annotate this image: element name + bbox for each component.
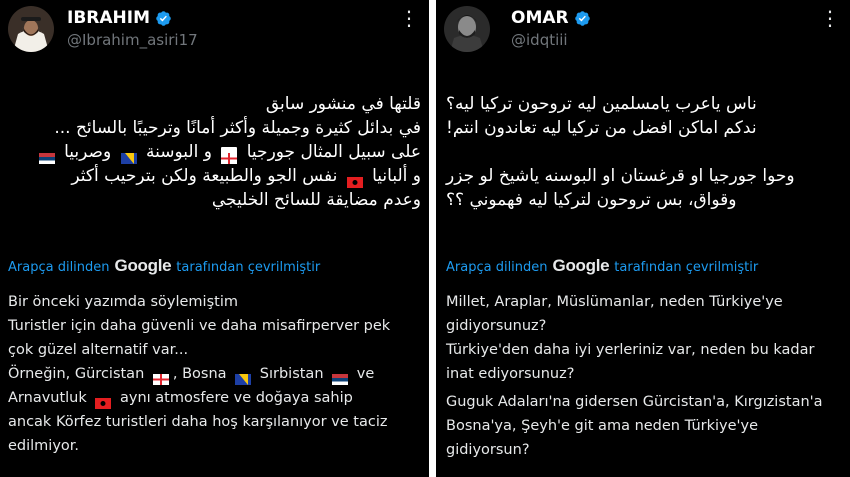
translation-line: Guguk Adaları'na gidersen Gürcistan'a, K…: [446, 394, 823, 410]
translation-line: Türkiye'den daha iyi yerleriniz var, ned…: [446, 342, 815, 358]
albania-flag-icon: [346, 171, 363, 188]
translation-line: Arnavutluk aynı atmosfere ve doğaya sahi…: [8, 386, 390, 410]
display-name[interactable]: IBRAHIM: [67, 8, 172, 28]
serbia-flag-icon: [332, 369, 349, 385]
google-logo: Google: [552, 256, 610, 275]
verified-badge-icon: [156, 10, 171, 26]
georgia-flag-icon: [152, 369, 169, 385]
verified-badge-icon: [574, 10, 590, 26]
georgia-flag-icon: [221, 146, 238, 164]
translation-line: gidiyorsunuz?: [446, 318, 547, 334]
tweet-text-translation: Bir önceki yazımda söylemiştim Turistler…: [8, 290, 390, 458]
more-icon[interactable]: ⋮: [399, 8, 420, 28]
arabic-line: وعدم مضايقة للسائح الخليجي: [211, 190, 421, 210]
handle[interactable]: @idqtiii: [511, 31, 568, 49]
bosnia-flag-icon: [120, 147, 137, 164]
translation-line: Bir önceki yazımda söylemiştim: [8, 294, 238, 310]
arabic-line: و ألبانيا نفس الجو والطبيعة ولكن بترحيب …: [71, 166, 421, 188]
tweet-text-arabic: قلتها في منشور سابق في بدائل كثيرة وجميل…: [35, 92, 421, 212]
arabic-line: في بدائل كثيرة وجميلة وأكثر أمانًا وترحي…: [54, 118, 421, 138]
translation-line: çok güzel alternatif var...: [8, 342, 189, 358]
google-logo: Google: [114, 256, 172, 275]
avatar-ibrahim[interactable]: [8, 6, 54, 52]
translation-line: edilmiyor.: [8, 438, 80, 454]
translation-line: Millet, Araplar, Müslümanlar, neden Türk…: [446, 294, 783, 310]
more-icon[interactable]: ⋮: [820, 8, 841, 28]
translation-line: Turistler için daha güvenli ve daha misa…: [8, 318, 391, 334]
albania-flag-icon: [95, 393, 112, 409]
tweet-ibrahim: IBRAHIM @Ibrahim_asiri17 ⋮ قلتها في منشو…: [0, 0, 429, 477]
translation-line: Bosna'ya, Şeyh'e git ama neden Türkiye'y…: [446, 418, 759, 434]
arabic-line: قلتها في منشور سابق: [265, 94, 421, 114]
arabic-line: ندكم اماكن افضل من تركيا ليه تعاندون انت…: [446, 118, 757, 138]
translation-line: inat ediyorsunuz?: [446, 366, 575, 382]
avatar-omar[interactable]: [444, 6, 490, 52]
arabic-line: وحوا جورجيا او قرغستان او البوسنه ياشيخ …: [446, 166, 795, 186]
translated-by-google[interactable]: Arapça dilinden Google tarafından çevril…: [8, 256, 320, 276]
translation-line: gidiyorsun?: [446, 442, 530, 458]
handle[interactable]: @Ibrahim_asiri17: [67, 31, 198, 49]
serbia-flag-icon: [38, 147, 55, 164]
display-name[interactable]: OMAR: [511, 8, 591, 28]
arabic-line: على سبيل المثال جورجيا و البوسنة وصربيا: [35, 140, 421, 164]
translated-by-google[interactable]: Arapça dilinden Google tarafından çevril…: [446, 256, 758, 276]
panel-divider: [429, 0, 436, 477]
arabic-line: وقواق، بس تروحون لتركيا ليه فهموني ؟؟: [446, 190, 737, 210]
tweet-text-translation: Millet, Araplar, Müslümanlar, neden Türk…: [446, 290, 823, 462]
bosnia-flag-icon: [235, 369, 252, 385]
tweet-omar: OMAR @idqtiii ⋮ ناس ياعرب يامسلمين ليه ت…: [436, 0, 850, 477]
tweet-text-arabic: ناس ياعرب يامسلمين ليه تروحون تركيا ليه؟…: [446, 92, 795, 212]
translation-line: ancak Körfez turistleri daha hoş karşıla…: [8, 414, 388, 430]
translation-line: Örneğin, Gürcistan , Bosna Sırbistan ve: [8, 362, 390, 386]
arabic-line: ناس ياعرب يامسلمين ليه تروحون تركيا ليه؟: [446, 94, 757, 114]
